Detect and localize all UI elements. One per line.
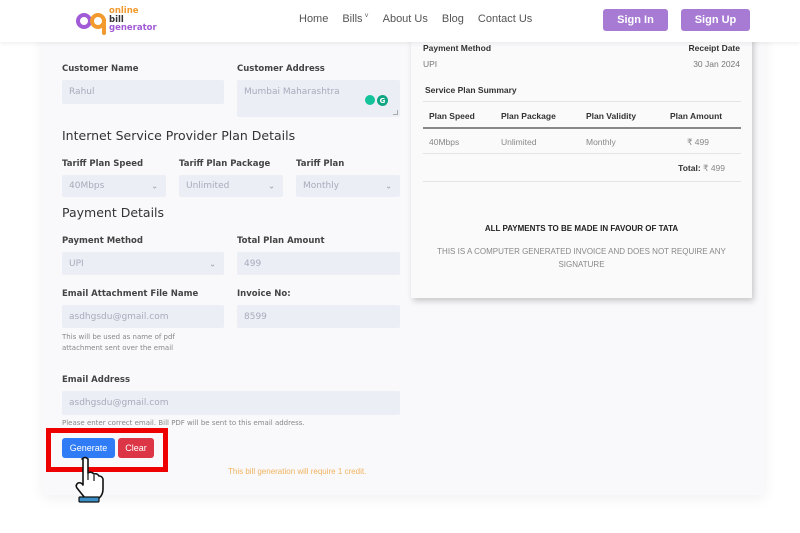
customer-name-label: Customer Name (62, 64, 139, 74)
table-header-plan-validity: Plan Validity (586, 111, 637, 121)
nav-home[interactable]: Home (299, 13, 328, 25)
attachment-hint-line-1: This will be used as name of pdf (62, 333, 175, 341)
isp-section-title: Internet Service Provider Plan Details (62, 128, 296, 143)
cell-plan-package: Unlimited (501, 137, 537, 147)
tariff-plan-value: Monthly (303, 181, 340, 191)
tariff-speed-label: Tariff Plan Speed (62, 159, 144, 169)
lightbulb-icon (365, 95, 375, 105)
payment-method-label: Payment Method (62, 236, 143, 246)
receipt-preview: Payment Method UPI Receipt Date 30 Jan 2… (411, 28, 752, 298)
logo[interactable]: online bill generator (76, 5, 166, 37)
customer-address-value: Mumbai Maharashtra (244, 87, 340, 97)
pointer-hand-icon (75, 456, 104, 503)
customer-name-input[interactable]: Rahul (62, 80, 224, 104)
total-label: Total: (678, 163, 701, 173)
nav-bills-label: Bills (342, 13, 363, 25)
payment-method-select[interactable]: UPI ⌄ (62, 252, 224, 275)
service-plan-summary-title: Service Plan Summary (425, 85, 517, 95)
customer-address-label: Customer Address (237, 64, 325, 74)
logo-text: online bill generator (109, 7, 157, 33)
receipt-date-label: Receipt Date (688, 43, 741, 53)
sign-in-button[interactable]: Sign In (603, 9, 668, 31)
cell-plan-amount: ₹ 499 (687, 137, 709, 147)
tariff-package-select[interactable]: Unlimited ⌄ (179, 175, 283, 197)
payment-method-value: UPI (69, 258, 84, 269)
divider (423, 153, 741, 154)
total-amount-label: Total Plan Amount (237, 236, 325, 246)
divider (423, 101, 741, 102)
computer-generated-note: THIS IS A COMPUTER GENERATED INVOICE AND… (437, 247, 726, 269)
email-address-input[interactable]: asdhgsdu@gmail.com (62, 391, 400, 415)
attachment-name-label: Email Attachment File Name (62, 289, 199, 299)
tariff-package-label: Tariff Plan Package (179, 159, 271, 169)
grammarly-icon: G (377, 95, 388, 106)
receipt-total: Total: ₹ 499 (678, 163, 725, 174)
chevron-down-icon: ⌄ (151, 181, 158, 191)
chevron-down-icon: ⌄ (209, 259, 216, 268)
logo-line-3: generator (109, 23, 157, 33)
main-nav: Home Bills ˅ About Us Blog Contact Us (299, 13, 532, 25)
receipt-payment-method-value: UPI (423, 59, 438, 69)
favour-note: ALL PAYMENTS TO BE MADE IN FAVOUR OF TAT… (484, 224, 679, 233)
table-header-divider (423, 127, 741, 129)
tariff-plan-label: Tariff Plan (296, 159, 345, 169)
email-address-label: Email Address (62, 375, 131, 385)
table-header-plan-amount: Plan Amount (670, 111, 723, 121)
nav-blog[interactable]: Blog (442, 13, 464, 25)
nav-about-us[interactable]: About Us (383, 13, 428, 25)
attachment-hint: This will be used as name of pdf attachm… (62, 332, 175, 354)
clear-button[interactable]: Clear (118, 438, 154, 458)
customer-address-textarea[interactable]: Mumbai Maharashtra G (237, 80, 400, 117)
tariff-package-value: Unlimited (186, 181, 230, 191)
chevron-down-icon: ⌄ (385, 181, 392, 191)
logo-g-tail (102, 19, 106, 35)
resize-handle-icon[interactable] (393, 110, 398, 115)
attachment-name-input[interactable]: asdhgsdu@gmail.com (62, 305, 224, 328)
invoice-no-input[interactable]: 8599 (237, 305, 400, 328)
nav-bills[interactable]: Bills ˅ (342, 13, 368, 25)
invoice-no-label: Invoice No: (237, 289, 291, 299)
attachment-hint-line-2: attachment sent over the email (62, 344, 174, 352)
nav-contact-us[interactable]: Contact Us (478, 13, 532, 25)
chevron-down-icon: ⌄ (268, 181, 275, 191)
credit-note: This bill generation will require 1 cred… (228, 467, 367, 476)
sign-up-button[interactable]: Sign Up (681, 9, 750, 31)
divider (423, 181, 741, 182)
tariff-plan-select[interactable]: Monthly ⌄ (296, 175, 400, 197)
chevron-down-icon: ˅ (364, 13, 369, 20)
cell-plan-validity: Monthly (586, 137, 616, 147)
cell-plan-speed: 40Mbps (429, 137, 460, 147)
total-value: ₹ 499 (703, 163, 725, 173)
tariff-speed-value: 40Mbps (69, 181, 105, 191)
page: online bill generator Home Bills ˅ About … (0, 0, 800, 533)
site-header: online bill generator Home Bills ˅ About … (0, 0, 800, 42)
table-header-plan-speed: Plan Speed (429, 111, 475, 121)
tariff-speed-select[interactable]: 40Mbps ⌄ (62, 175, 166, 197)
grammarly-widget[interactable]: G (365, 95, 388, 106)
receipt-date-value: 30 Jan 2024 (693, 59, 740, 69)
receipt-payment-method-label: Payment Method (423, 43, 492, 53)
total-amount-input[interactable]: 499 (237, 252, 400, 275)
payment-section-title: Payment Details (62, 205, 165, 220)
table-header-plan-package: Plan Package (501, 111, 556, 121)
